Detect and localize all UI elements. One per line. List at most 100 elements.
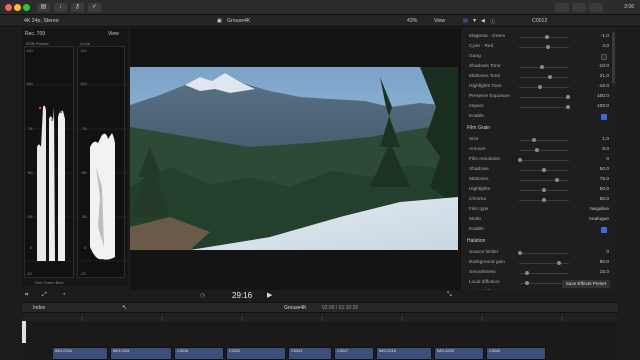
filter-icon[interactable]: ▼ [472,18,477,24]
inspector-row-grain-3[interactable]: Shadows 50.0 [469,165,617,175]
film-grain-section-header[interactable]: Film Grain [467,125,490,131]
row-value[interactable]: 4.0 [602,44,609,49]
slider-knob[interactable] [532,137,536,142]
slider-track[interactable] [519,262,569,264]
slider-track[interactable] [519,86,569,88]
select-tool-icon[interactable]: ↖ [122,304,127,311]
slider-knob[interactable] [542,167,546,172]
mode-select[interactable]: Analogue [589,217,609,222]
row-value[interactable]: -10.0 [598,64,609,69]
slider-track[interactable] [519,159,569,161]
inspector-row-grain-1[interactable]: Amount 8.0 [469,145,617,155]
inspector-row-halation-0[interactable]: Source limiter 0 [469,248,617,258]
save-effects-preset-button[interactable]: Save Effects Preset [561,280,610,288]
slider-track[interactable] [519,252,569,254]
info-icon[interactable]: ⓘ [490,18,495,25]
play-button[interactable]: ▶ [267,291,272,299]
viewer-view-menu[interactable]: View [434,18,445,24]
slider-knob[interactable] [544,34,549,39]
inspector-row-mode[interactable]: Mode Analogue [469,215,617,225]
inspector-row-top-1[interactable]: Cyan - Red 4.0 [469,42,617,52]
slider-knob[interactable] [534,147,539,152]
video-inspector-icon[interactable]: ▤ [463,18,468,24]
row-value[interactable]: 50.0 [600,167,609,172]
row-value[interactable]: 21.0 [600,74,609,79]
speed-icon[interactable]: ◔ [62,292,66,298]
inspector-row-tone-3[interactable]: Preserve Exposure 100.0 [469,92,617,102]
timeline-clip[interactable]: C0016 [174,347,224,360]
close-window-button[interactable] [5,4,12,11]
row-value[interactable]: 1.0 [602,137,609,142]
inspector-row-grain-4[interactable]: Midtones 75.0 [469,175,617,185]
inspector-row-halation-2[interactable]: Smoothness 15.0 [469,268,617,278]
row-value[interactable]: 100.0 [597,104,609,109]
key-icon[interactable]: ⚷ [71,3,84,12]
inspector-row-film-type[interactable]: Film type Negative [469,205,617,215]
slider-track[interactable] [519,46,569,48]
timeline-clip[interactable]: IMG-0216 [376,347,432,360]
row-value[interactable]: 8.0 [602,147,609,152]
slider-knob[interactable] [518,157,522,162]
audio-icon[interactable]: ◀ [481,18,485,24]
slider-knob[interactable] [539,64,544,69]
fullscreen-icon[interactable]: ⤡ [447,292,452,299]
timeline-clip[interactable]: C0042 [486,347,546,360]
inspector-row-enable-grain[interactable]: Enable [469,225,617,235]
zoom-level[interactable]: 43% [407,18,417,24]
inspector-row-top-0[interactable]: Magenta - Green -1.0 [469,32,617,42]
transform-icon[interactable]: ⤢ [42,292,47,299]
slider-track[interactable] [519,96,569,98]
slider-knob[interactable] [557,260,561,265]
playhead[interactable] [22,321,26,343]
row-value[interactable]: 75.0 [600,177,609,182]
slider-track[interactable] [519,106,569,108]
gang-checkbox[interactable] [601,53,607,60]
inspector-row-tone-2[interactable]: Highlights Tone -16.0 [469,82,617,92]
slider-track[interactable] [519,139,569,141]
timeline-ruler[interactable] [22,313,618,321]
slider-track[interactable] [519,179,569,181]
inspector-row-grain-5[interactable]: Highlights 50.0 [469,185,617,195]
timecode[interactable]: 29:16 [232,291,252,300]
timeline-clip[interactable]: C0027 [334,347,374,360]
row-value[interactable]: 50.0 [600,187,609,192]
scope-view-menu[interactable]: View [108,31,119,37]
slider-knob[interactable] [566,104,570,109]
inspector-row-tone-4[interactable]: Impact 100.0 [469,102,617,112]
slider-knob[interactable] [542,187,546,192]
slider-knob[interactable] [542,197,546,202]
slider-knob[interactable] [554,177,559,182]
inspector-row-enable-tone[interactable]: Enable [469,112,617,122]
timeline-clip[interactable]: IMG-0331 [110,347,172,360]
row-value[interactable]: 50.0 [600,197,609,202]
slider-track[interactable] [519,76,569,78]
layout-icon[interactable] [555,3,569,12]
timeline-clip[interactable]: C0022 [226,347,286,360]
row-value[interactable]: -1.0 [601,34,609,39]
inspector-row-tone-1[interactable]: Midtones Tone 21.0 [469,72,617,82]
slider-track[interactable] [519,66,569,68]
inspector-toggle-icon[interactable] [572,3,586,12]
film-type-select[interactable]: Negative [590,207,609,212]
zoom-window-button[interactable] [23,4,30,11]
row-value[interactable]: 15.0 [600,270,609,275]
background-tasks-icon[interactable]: ✓ [88,3,101,12]
slider-knob[interactable] [538,84,542,89]
enable-grain-checkbox[interactable] [601,226,607,233]
timeline-clip[interactable]: IMG-0344 [52,347,108,360]
crop-icon[interactable]: ⌗ [25,292,28,299]
timeline-clip[interactable]: IMG-0225 [434,347,484,360]
viewer[interactable] [130,28,460,290]
inspector-row-grain-0[interactable]: Size 1.0 [469,135,617,145]
slider-knob[interactable] [524,280,529,285]
share-icon[interactable] [589,3,603,12]
slider-knob[interactable] [548,74,552,79]
inspector-row-halation-1[interactable]: Background gain 80.0 [469,258,617,268]
inspector-row-grain-2[interactable]: Film resolution 0 [469,155,617,165]
minimize-window-button[interactable] [14,4,21,11]
inspector-row-grain-6[interactable]: Chroma 50.0 [469,195,617,205]
slider-knob[interactable] [546,44,550,49]
timeline-clip[interactable]: C0023 [288,347,332,360]
row-value[interactable]: 100.0 [597,94,609,99]
library-icon[interactable]: ▤ [37,3,50,12]
